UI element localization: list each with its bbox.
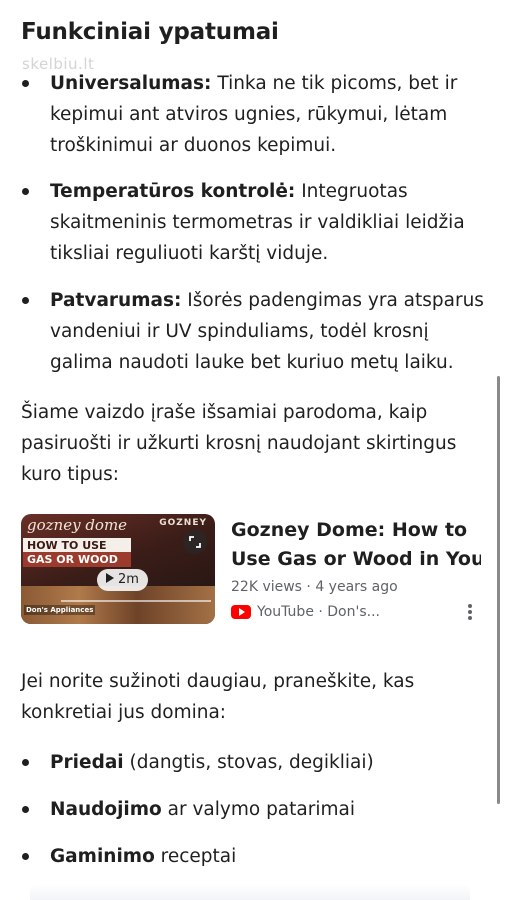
- input-bar-edge: [30, 884, 470, 900]
- feature-term: Temperatūros kontrolė:: [50, 181, 296, 202]
- bullet-icon: [22, 188, 29, 195]
- bullet-icon: [22, 853, 29, 860]
- video-title-line: Gozney Dome: How to: [231, 519, 468, 541]
- topic-text: (dangtis, stovas, degikliai): [123, 752, 374, 773]
- topic-term: Priedai: [50, 752, 124, 773]
- thumbnail-stamp: Don's Appliances: [24, 605, 96, 615]
- thumbnail-brand: GOZNEY: [159, 518, 207, 528]
- list-item: Priedai (dangtis, stovas, degikliai): [21, 747, 491, 778]
- bullet-icon: [22, 297, 29, 304]
- more-options-icon[interactable]: [463, 602, 477, 622]
- feature-term: Universalumas:: [50, 73, 212, 94]
- followup-text: Jei norite sužinoti daugiau, praneškite,…: [21, 671, 415, 723]
- bullet-icon: [22, 806, 29, 813]
- list-item: Patvarumas: Išorės padengimas yra atspar…: [21, 285, 491, 378]
- youtube-icon: [231, 605, 251, 619]
- duration-badge: 2m: [97, 569, 148, 591]
- list-item: Temperatūros kontrolė: Integruotas skait…: [21, 176, 491, 269]
- bullet-icon: [22, 759, 29, 766]
- section-heading: Funkciniai ypatumai: [21, 19, 279, 45]
- thumbnail-brand-script: gozney dome: [27, 516, 128, 534]
- play-icon: [106, 573, 114, 583]
- bullet-icon: [22, 80, 29, 87]
- list-item: Universalumas: Tinka ne tik picoms, bet …: [21, 68, 491, 161]
- video-card[interactable]: gozney dome GOZNEY HOW TO USE GAS OR WOO…: [21, 514, 491, 626]
- list-item: Gaminimo receptai: [21, 841, 491, 872]
- topic-term: Naudojimo: [50, 799, 162, 820]
- expand-icon[interactable]: [183, 530, 207, 554]
- list-item: Naudojimo ar valymo patarimai: [21, 794, 491, 825]
- thumbnail-caption-2: GAS OR WOOD: [23, 552, 131, 567]
- video-title-line: Use Gas or Wood in You...: [231, 548, 481, 570]
- video-source-label: YouTube · Don's...: [257, 604, 380, 620]
- topic-text: receptai: [154, 846, 237, 867]
- thumbnail-caption-1: HOW TO USE: [23, 538, 131, 553]
- video-source: YouTube · Don's...: [231, 604, 380, 620]
- topic-term: Gaminimo: [50, 846, 155, 867]
- video-intro-text: Šiame vaizdo įraše išsamiai parodoma, ka…: [21, 402, 457, 485]
- thumbnail-progress: [61, 600, 211, 602]
- scrollbar[interactable]: [497, 376, 500, 804]
- feature-term: Patvarumas:: [50, 290, 182, 311]
- video-thumbnail[interactable]: gozney dome GOZNEY HOW TO USE GAS OR WOO…: [21, 514, 215, 624]
- topic-text: ar valymo patarimai: [161, 799, 355, 820]
- video-meta: 22K views · 4 years ago: [231, 579, 398, 595]
- duration-label: 2m: [118, 572, 139, 587]
- video-title[interactable]: Gozney Dome: How to Use Gas or Wood in Y…: [231, 516, 481, 574]
